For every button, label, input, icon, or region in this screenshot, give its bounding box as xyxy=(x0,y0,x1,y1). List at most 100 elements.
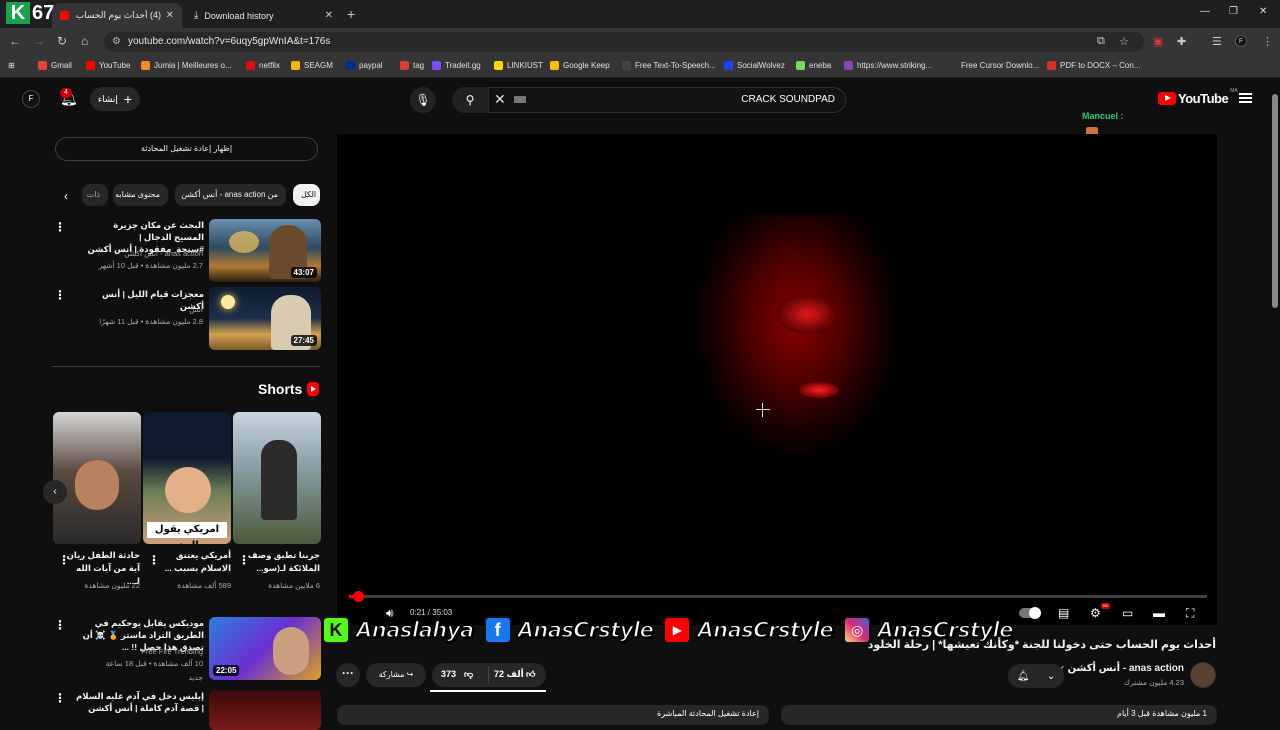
settings-gear-icon[interactable]: ⚙ xyxy=(1090,606,1101,620)
maximize-icon[interactable]: ❐ xyxy=(1229,6,1238,17)
bookmark-item[interactable]: Jumia | Meilleures o... xyxy=(141,61,232,70)
chips-prev-arrow-icon[interactable]: ‹ xyxy=(64,189,68,203)
more-actions-icon[interactable]: ··· xyxy=(336,663,360,687)
search-button[interactable]: ⚲ xyxy=(452,87,488,113)
chip-from-channel[interactable]: من anas action - أنس أكشن xyxy=(175,184,286,206)
bookmark-item[interactable]: Tradeit.gg xyxy=(432,61,481,70)
bookmark-item[interactable]: Free Text-To-Speech... xyxy=(622,61,716,70)
video-options-icon[interactable]: ⋮ xyxy=(54,618,66,632)
video-thumbnail[interactable]: 27:45 xyxy=(209,287,321,350)
kick-icon: K xyxy=(322,616,350,644)
extensions-puzzle-icon[interactable]: ✚ xyxy=(1177,35,1186,48)
close-window-icon[interactable]: ✕ xyxy=(1259,6,1267,17)
bookmark-item[interactable]: tag xyxy=(400,61,424,70)
apps-grid-icon[interactable]: ⊞ xyxy=(8,61,15,70)
browser-tab-bar: K 67 (4) أحداث يوم الحساب حتى ✕ ⤓ Downlo… xyxy=(0,0,1280,28)
reload-icon[interactable]: ↻ xyxy=(57,34,67,48)
subscribed-button[interactable]: 🔔︎ ⌄ xyxy=(1008,664,1064,688)
search-input[interactable]: CRACK SOUNDPAD xyxy=(488,87,846,113)
short-title[interactable]: أمريكي يعتنق الاسلام بسبب ... xyxy=(155,549,231,575)
bookmark-item[interactable]: PDF to DOCX – Con... xyxy=(1047,61,1140,70)
short-thumbnail[interactable] xyxy=(53,412,141,544)
url-field[interactable]: ⚙ youtube.com/watch?v=6uqy5gpWnIA&t=176s xyxy=(104,32,1144,52)
create-button[interactable]: إنشاء + xyxy=(90,87,140,111)
bookmark-item[interactable]: SocialWolvez xyxy=(724,61,785,70)
install-app-icon[interactable]: ⧉ xyxy=(1097,35,1105,48)
back-icon[interactable]: ← xyxy=(9,34,21,48)
description-box[interactable]: 1 مليون مشاهدة قبل 3 أيام xyxy=(781,705,1217,725)
like-count[interactable]: 72 ألف xyxy=(494,669,524,680)
autoplay-toggle[interactable] xyxy=(1019,607,1041,619)
like-separator xyxy=(488,667,489,683)
shorts-prev-arrow-icon[interactable]: ‹ xyxy=(43,480,67,504)
related-channel[interactable]: Free Fire Trending xyxy=(83,646,203,657)
video-options-icon[interactable]: ⋮ xyxy=(54,220,66,234)
close-tab-icon[interactable]: ✕ xyxy=(166,10,174,21)
bookmark-item[interactable]: https://www.striking... xyxy=(844,61,932,70)
youtube-logo[interactable]: YouTube MA xyxy=(1158,88,1238,106)
video-thumbnail[interactable] xyxy=(209,690,321,730)
bookmark-item[interactable]: Free Cursor Downlo... xyxy=(948,61,1039,70)
scrollbar-thumb[interactable] xyxy=(1272,94,1278,308)
bookmark-item[interactable]: LINKIUST xyxy=(494,61,543,70)
bookmark-item[interactable]: Gmail xyxy=(38,61,72,70)
bookmark-label: Tradeit.gg xyxy=(445,61,481,70)
video-thumbnail[interactable]: 43:07 xyxy=(209,219,321,282)
chip-related[interactable]: محتوى مشابه xyxy=(113,184,168,206)
video-options-icon[interactable]: ⋮ xyxy=(54,288,66,302)
subtitles-icon[interactable]: ▤ xyxy=(1058,606,1069,620)
video-progress-bar[interactable] xyxy=(349,591,1207,602)
clear-search-icon[interactable]: ✕ xyxy=(494,91,506,108)
browser-menu-icon[interactable]: ⋮ xyxy=(1262,35,1273,48)
dislike-count[interactable]: 373 xyxy=(441,669,456,679)
site-info-icon[interactable]: ⚙ xyxy=(112,32,121,52)
bookmark-item[interactable]: eneba xyxy=(796,61,831,70)
bookmark-item[interactable]: netflix xyxy=(246,61,280,70)
share-button[interactable]: مشاركة ↪ xyxy=(366,663,426,687)
channel-avatar[interactable] xyxy=(1190,662,1216,688)
chip-all[interactable]: الكل xyxy=(293,184,320,206)
short-options-icon[interactable]: ⋮ xyxy=(148,553,160,567)
bookmark-item[interactable]: paypal xyxy=(346,61,383,70)
extension-icon[interactable]: ▣ xyxy=(1153,35,1163,48)
bookmark-item[interactable]: YouTube xyxy=(86,61,130,70)
video-thumbnail[interactable]: 22:05 xyxy=(209,617,321,680)
dislike-icon[interactable]: 👎︎ xyxy=(464,669,473,680)
theater-mode-icon[interactable]: ▬ xyxy=(1153,606,1165,620)
keyboard-icon[interactable] xyxy=(514,96,526,103)
minimize-icon[interactable]: — xyxy=(1200,6,1210,17)
page-scrollbar[interactable] xyxy=(1271,80,1279,720)
voice-search-mic-icon[interactable]: 🎙︎ xyxy=(410,87,436,113)
short-title[interactable]: جربنا تطبق وصف الملائكة لـ(سو... xyxy=(244,549,320,575)
miniplayer-icon[interactable]: ▭ xyxy=(1122,606,1133,620)
bookmark-item[interactable]: SEAGM xyxy=(291,61,333,70)
video-player[interactable] xyxy=(337,134,1217,625)
home-icon[interactable]: ⌂ xyxy=(81,34,88,48)
short-options-icon[interactable]: ⋮ xyxy=(238,553,250,567)
fullscreen-icon[interactable]: ⛶ xyxy=(1186,606,1194,621)
chip-more[interactable]: ذات xyxy=(82,184,108,206)
profile-avatar[interactable]: F xyxy=(1235,35,1247,47)
tab-youtube[interactable]: (4) أحداث يوم الحساب حتى ✕ xyxy=(52,3,182,28)
tab-download-history[interactable]: ⤓ Download history ✕ xyxy=(186,3,341,28)
new-tab-button[interactable]: + xyxy=(347,6,355,22)
like-icon[interactable]: 👍︎ xyxy=(526,669,535,680)
video-options-icon[interactable]: ⋮ xyxy=(54,691,66,705)
channel-name[interactable]: anas action - أنس أكشن ✔ xyxy=(1058,663,1184,674)
bookmark-item[interactable]: Google Keep xyxy=(550,61,610,70)
short-options-icon[interactable]: ⋮ xyxy=(58,553,70,567)
reading-list-icon[interactable]: ☰ xyxy=(1212,35,1222,48)
close-tab-icon[interactable]: ✕ xyxy=(325,10,333,21)
short-thumbnail[interactable] xyxy=(233,412,321,544)
bookmark-label: netflix xyxy=(259,61,280,70)
guide-menu-icon[interactable] xyxy=(1239,93,1252,103)
chat-replay-panel[interactable]: إعادة تشغيل المحادثة المباشرة xyxy=(337,705,769,725)
bookmark-star-icon[interactable]: ☆ xyxy=(1119,35,1129,48)
related-channel[interactable]: anas action - أنس أكشن xyxy=(83,248,203,259)
forward-icon[interactable]: → xyxy=(33,34,45,48)
short-thumbnail[interactable]: امريكي يقول الحق xyxy=(143,412,231,544)
show-chat-replay-button[interactable]: إظهار إعادة تشغيل المحادثة xyxy=(55,137,318,161)
related-channel[interactable]: أنس xyxy=(83,304,203,315)
account-avatar[interactable]: F xyxy=(22,90,40,108)
related-video-title[interactable]: إبليس دخل في آدم عليه السلام | قصة آدم ك… xyxy=(74,690,204,714)
